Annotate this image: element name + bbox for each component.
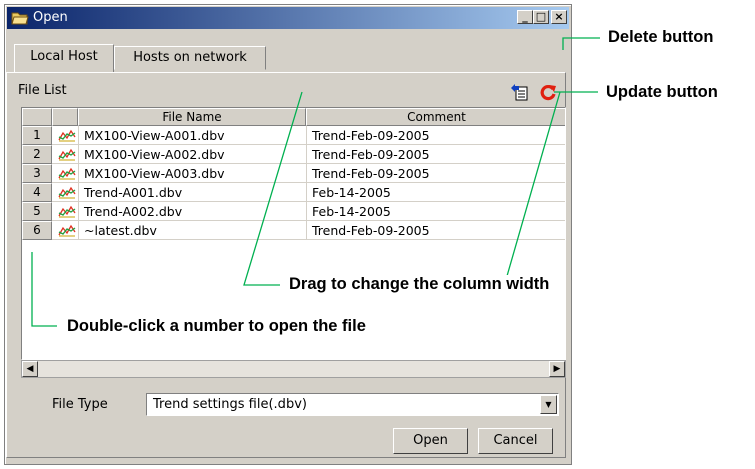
header-file-name[interactable]: File Name [78, 108, 306, 126]
file-name: MX100-View-A003.dbv [84, 166, 225, 181]
table-row[interactable]: 6 ~latest.dbv Trend-Feb-09-2005 [22, 221, 565, 240]
scroll-left-arrow-icon[interactable]: ◀ [22, 361, 38, 377]
file-comment: Feb-14-2005 [312, 185, 391, 200]
dropdown-arrow-icon[interactable]: ▼ [540, 395, 557, 414]
cancel-button[interactable]: Cancel [478, 428, 553, 454]
double-click-callout: Double-click a number to open the file [64, 317, 369, 336]
file-comment: Trend-Feb-09-2005 [312, 147, 430, 162]
header-comment[interactable]: Comment [306, 108, 565, 126]
window-title: Open [33, 10, 68, 25]
open-button[interactable]: Open [393, 428, 468, 454]
scroll-right-arrow-icon[interactable]: ▶ [549, 361, 565, 377]
trend-file-icon [58, 224, 76, 237]
close-button[interactable]: × [551, 10, 567, 24]
horizontal-scrollbar[interactable]: ◀ ▶ [21, 360, 566, 378]
table-row[interactable]: 5 Trend-A002.dbv Feb-14-2005 [22, 202, 565, 221]
tab-local-host[interactable]: Local Host [14, 44, 114, 72]
file-type-select[interactable]: Trend settings file(.dbv) ▼ [146, 393, 559, 416]
file-name: Trend-A002.dbv [84, 204, 183, 219]
row-number[interactable]: 1 [22, 126, 52, 145]
delete-button[interactable] [510, 82, 530, 102]
row-number[interactable]: 5 [22, 202, 52, 221]
table-row[interactable]: 3 MX100-View-A003.dbv Trend-Feb-09-2005 [22, 164, 565, 183]
minimize-button[interactable]: _ [517, 10, 533, 24]
row-number[interactable]: 4 [22, 183, 52, 202]
file-name: ~latest.dbv [84, 223, 157, 238]
header-corner [22, 108, 52, 126]
update-button-callout: Update button [606, 83, 718, 101]
trend-file-icon [58, 129, 76, 142]
trend-file-icon [58, 167, 76, 180]
drag-column-callout: Drag to change the column width [286, 275, 553, 294]
file-name: MX100-View-A001.dbv [84, 128, 225, 143]
file-comment: Trend-Feb-09-2005 [312, 166, 430, 181]
update-button[interactable] [538, 82, 558, 102]
table-row[interactable]: 1 MX100-View-A001.dbv Trend-Feb-09-2005 [22, 126, 565, 145]
trend-file-icon [58, 186, 76, 199]
table-row[interactable]: 4 Trend-A001.dbv Feb-14-2005 [22, 183, 565, 202]
file-comment: Trend-Feb-09-2005 [312, 128, 430, 143]
file-name: Trend-A001.dbv [84, 185, 183, 200]
file-name: MX100-View-A002.dbv [84, 147, 225, 162]
file-comment: Feb-14-2005 [312, 204, 391, 219]
trend-file-icon [58, 205, 76, 218]
table-row[interactable]: 2 MX100-View-A002.dbv Trend-Feb-09-2005 [22, 145, 565, 164]
file-list-label: File List [18, 83, 67, 98]
header-icon-column [52, 108, 78, 126]
row-number[interactable]: 3 [22, 164, 52, 183]
row-number[interactable]: 6 [22, 221, 52, 240]
file-comment: Trend-Feb-09-2005 [312, 223, 430, 238]
tab-hosts-on-network[interactable]: Hosts on network [114, 46, 266, 70]
trend-file-icon [58, 148, 76, 161]
delete-button-callout: Delete button [608, 28, 714, 46]
folder-open-icon [11, 12, 29, 25]
row-number[interactable]: 2 [22, 145, 52, 164]
file-type-label: File Type [52, 397, 108, 412]
title-bar: Open _ □ × [7, 7, 569, 29]
file-type-value: Trend settings file(.dbv) [153, 397, 307, 412]
maximize-button[interactable]: □ [533, 10, 549, 24]
